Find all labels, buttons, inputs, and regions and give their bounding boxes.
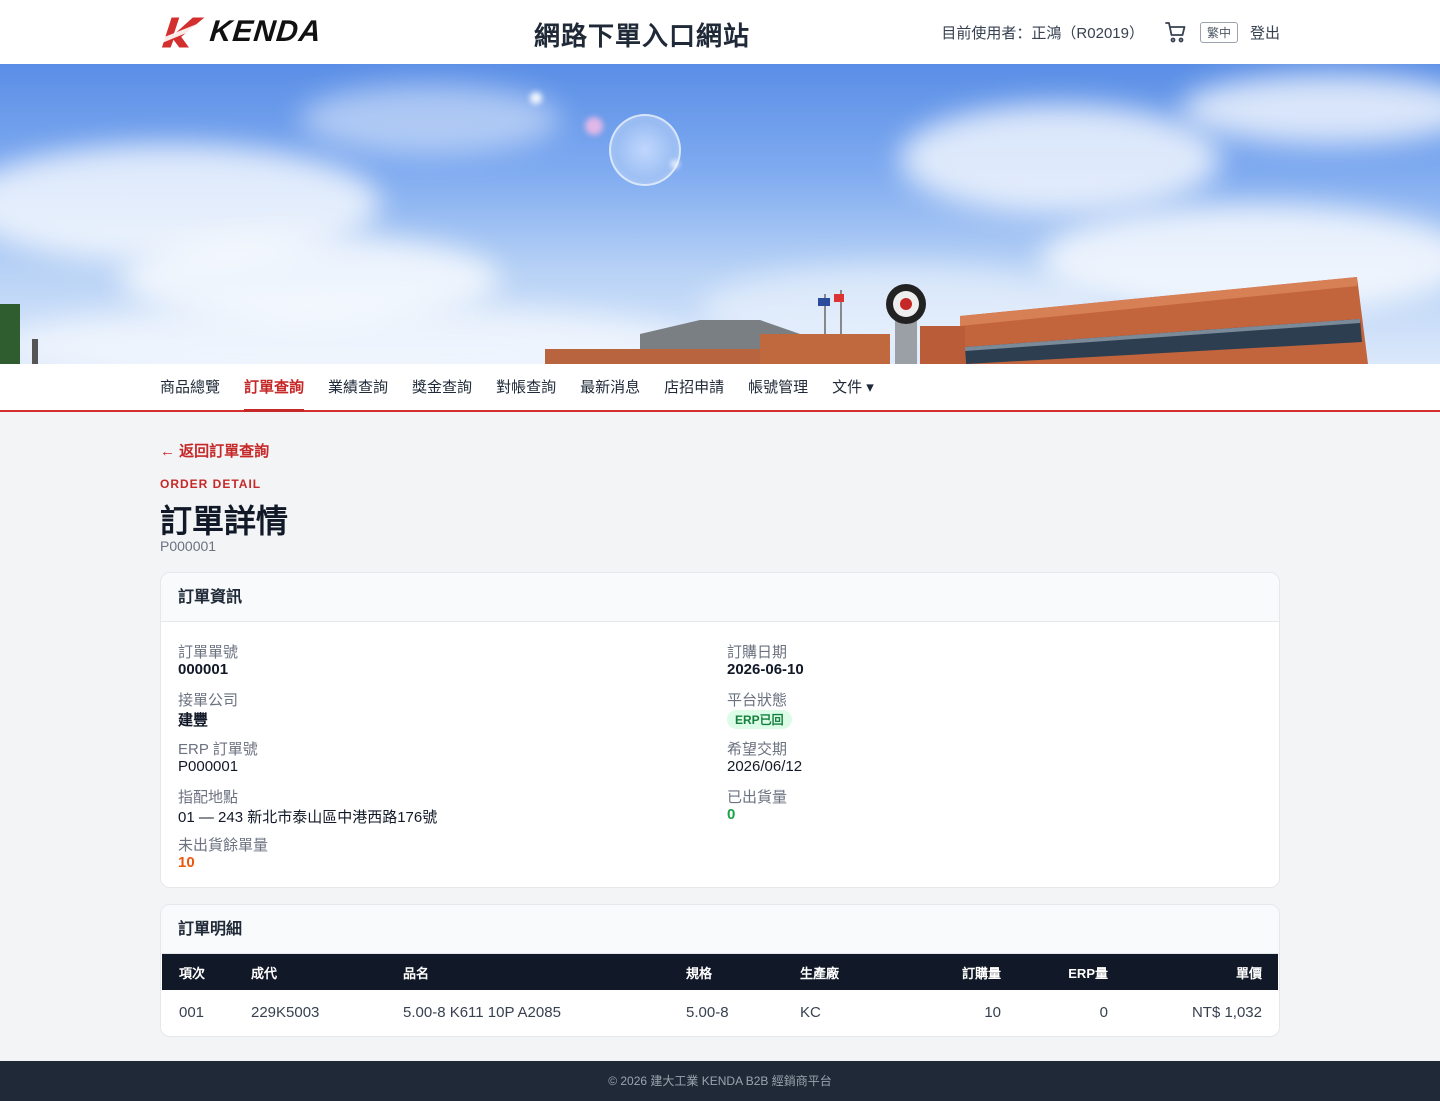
factory-building-illustration: [0, 277, 1368, 364]
nav-item-orders[interactable]: 訂單查詢: [244, 364, 305, 412]
field-order-date: 訂購日期 2026-06-10: [727, 641, 804, 681]
field-unshipped-quantity: 未出貨餘單量 10: [178, 834, 268, 874]
field-label: 希望交期: [727, 741, 788, 758]
table-cell: 5.00-8 K611 10P A2085: [403, 1004, 561, 1021]
header-user-area: 目前使用者：正鴻（R02019） 繁中 登出: [941, 18, 1280, 46]
column-header: 生產廠: [800, 965, 840, 981]
field-value: P000001: [178, 758, 239, 775]
field-label: 指配地點: [178, 789, 239, 806]
field-value: 000001: [178, 661, 229, 678]
table-cell: NT$ 1,032: [1191, 1004, 1262, 1021]
nav-item-signboard[interactable]: 店招申請: [664, 364, 724, 410]
table-cell: KC: [800, 1004, 821, 1021]
column-header: 成代: [251, 965, 278, 981]
nav-item-bonus[interactable]: 獎金查詢: [412, 364, 472, 410]
column-header: 規格: [686, 965, 713, 981]
page-footer: © 2026 建大工業 KENDA B2B 經銷商平台: [0, 1061, 1440, 1101]
top-header: KENDA 網路下單入口網站 目前使用者：正鴻（R02019） 繁中 登出: [0, 0, 1440, 64]
column-header: ERP量: [1068, 965, 1108, 981]
field-platform-status: 平台狀態 ERP已回: [727, 689, 792, 729]
field-erp-order-number: ERP 訂單號 P000001: [178, 738, 258, 778]
table-cell: 001: [179, 1004, 205, 1021]
cart-icon[interactable]: [1164, 20, 1188, 44]
column-header: 品名: [403, 965, 430, 981]
page-subtitle: P000001: [160, 538, 217, 554]
table-header-row: 項次 成代 品名 規格 生產廠 訂購量 ERP量 單價: [162, 954, 1278, 990]
field-label: 訂購日期: [727, 644, 788, 661]
page-eyebrow: ORDER DETAIL: [160, 477, 262, 491]
order-info-heading: 訂單資訊: [161, 573, 1279, 622]
table-cell: 229K5003: [251, 1004, 320, 1021]
language-switch-button[interactable]: 繁中: [1199, 21, 1238, 43]
field-shipped-quantity: 已出貨量 0: [727, 786, 787, 826]
nav-item-documents-dropdown[interactable]: 文件 ▾: [832, 364, 874, 410]
field-label: 訂單單號: [178, 644, 239, 661]
current-user-label: 目前使用者：正鴻（R02019）: [941, 24, 1144, 42]
field-requested-delivery: 希望交期 2026/06/12: [727, 738, 802, 778]
table-row: 001 229K5003 5.00-8 K611 10P A2085 5.00-…: [162, 990, 1278, 1035]
status-badge: ERP已回: [727, 710, 792, 729]
field-value: 2026-06-10: [727, 661, 804, 678]
back-to-orders-link[interactable]: ← 返回訂單查詢: [160, 440, 269, 461]
page-title: 訂單詳情: [160, 503, 289, 539]
field-label: 接單公司: [178, 692, 239, 709]
field-value: 01 — 243 新北市泰山區中港西路176號: [178, 809, 438, 826]
field-value: 10: [178, 854, 195, 871]
table-cell: 5.00-8: [686, 1004, 729, 1021]
field-label: 平台狀態: [727, 692, 788, 709]
table-cell: 0: [1099, 1004, 1108, 1021]
order-info-card: 訂單資訊 訂單單號 000001 接單公司 建豐 ERP 訂單號 P000001…: [160, 572, 1280, 888]
field-value: 建豐: [178, 712, 209, 729]
nav-item-performance[interactable]: 業績查詢: [328, 364, 388, 410]
table-cell: 10: [984, 1004, 1001, 1021]
field-label: 未出貨餘單量: [178, 837, 269, 854]
field-value: 0: [727, 806, 736, 823]
field-value: 2026/06/12: [727, 758, 803, 775]
hero-banner: [0, 64, 1440, 364]
column-header: 訂購量: [961, 965, 1001, 981]
column-header: 項次: [179, 965, 206, 981]
field-label: ERP 訂單號: [178, 741, 258, 758]
field-order-number: 訂單單號 000001: [178, 641, 238, 681]
main-nav: 商品總覽 訂單查詢 業績查詢 獎金查詢 對帳查詢 最新消息 店招申請 帳號管理 …: [0, 364, 1440, 412]
order-detail-heading: 訂單明細: [161, 905, 1279, 954]
field-delivery-location: 指配地點 01 — 243 新北市泰山區中港西路176號: [178, 786, 437, 826]
nav-item-statements[interactable]: 對帳查詢: [496, 364, 556, 410]
field-label: 已出貨量: [727, 789, 788, 806]
order-lines-table: 項次 成代 品名 規格 生產廠 訂購量 ERP量 單價 001 229K5003…: [162, 954, 1278, 1035]
field-receiving-company: 接單公司 建豐: [178, 689, 238, 729]
column-header: 單價: [1235, 965, 1262, 981]
logout-link[interactable]: 登出: [1250, 22, 1280, 43]
nav-item-products[interactable]: 商品總覽: [160, 364, 220, 410]
nav-item-account[interactable]: 帳號管理: [748, 364, 808, 410]
order-detail-card: 訂單明細 項次 成代 品名 規格 生產廠 訂購量 ERP量 單價 001 229…: [160, 904, 1280, 1037]
nav-item-news[interactable]: 最新消息: [580, 364, 640, 410]
